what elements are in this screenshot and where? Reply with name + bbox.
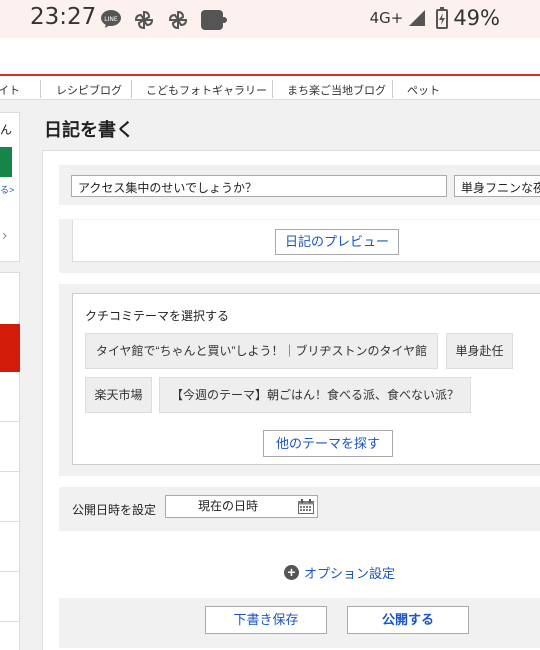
option-settings-link[interactable]: + オプション設定	[284, 563, 395, 582]
sidebar-green-button[interactable]	[0, 147, 12, 177]
sidebar-divider	[0, 621, 20, 622]
chevron-right-icon[interactable]: ›	[2, 228, 8, 244]
find-more-themes-button[interactable]: 他のテーマを探す	[263, 430, 393, 457]
publish-date-field[interactable]: 現在の日時	[165, 495, 318, 518]
network-label: 4G+	[369, 9, 404, 27]
plus-circle-icon: +	[284, 565, 299, 580]
status-indicators: 4G+ 49%	[370, 6, 500, 30]
title-input[interactable]: アクセス集中のせいでしょうか？	[71, 175, 447, 197]
calendar-icon[interactable]	[298, 499, 314, 514]
browser-toolbar	[0, 38, 540, 76]
nav-item-partial[interactable]: イト	[0, 82, 20, 98]
save-draft-button[interactable]: 下書き保存	[205, 606, 327, 634]
service-nav: イト レシピブログ こどもフォトギャラリー まち楽ご当地ブログ ペット	[0, 78, 540, 100]
option-settings-label: オプション設定	[304, 566, 396, 581]
signal-icon	[409, 10, 426, 26]
sidebar-menu-active-item[interactable]	[0, 324, 20, 372]
nav-item-kids-photo[interactable]: こどもフォトギャラリー	[146, 82, 267, 98]
sidebar-divider	[0, 521, 20, 522]
status-time: 23:27	[30, 4, 97, 30]
sidebar-divider	[0, 421, 20, 422]
nav-item-local-blog[interactable]: まち楽ご当地ブログ	[287, 82, 386, 98]
sidebar-divider	[0, 571, 20, 572]
page-title: 日記を書く	[44, 120, 134, 141]
nav-divider	[40, 80, 41, 98]
publish-date-label: 公開日時を設定	[72, 503, 157, 517]
nav-divider	[272, 80, 273, 98]
pinwheel-icon	[134, 10, 154, 30]
battery-percent: 49%	[453, 6, 500, 30]
theme-chip-single-assignment[interactable]: 単身赴任	[446, 333, 513, 369]
nav-divider	[392, 80, 393, 98]
sidebar-partial-text: ん	[0, 123, 13, 137]
battery-charging-icon	[436, 7, 449, 29]
nav-item-recipe-blog[interactable]: レシピブログ	[56, 82, 122, 98]
sidebar-divider	[0, 471, 20, 472]
line-icon: LINE	[101, 10, 121, 28]
theme-chip-weekly[interactable]: 【今週のテーマ】朝ごはん！食べる派、食べない派？	[159, 377, 471, 413]
svg-text:LINE: LINE	[104, 16, 118, 23]
theme-chip-rakuten-ichiba[interactable]: 楽天市場	[85, 377, 152, 413]
theme-chip-tire[interactable]: タイヤ館で“ちゃんと買い”しよう！｜ブリヂストンのタイヤ館	[85, 333, 438, 369]
status-bar: 23:27 LINE 4G+ 49%	[0, 0, 540, 38]
sidebar-partial-link[interactable]: る>	[0, 183, 14, 196]
pinwheel-icon	[168, 10, 188, 30]
nav-divider	[131, 80, 132, 98]
app-icon	[201, 10, 227, 30]
publish-button[interactable]: 公開する	[347, 606, 469, 634]
nav-item-pet[interactable]: ペット	[407, 82, 440, 98]
category-select[interactable]: 単身フニンな夜	[454, 175, 540, 197]
theme-label: クチコミテーマを選択する	[85, 309, 230, 323]
preview-button[interactable]: 日記のプレビュー	[275, 229, 399, 255]
